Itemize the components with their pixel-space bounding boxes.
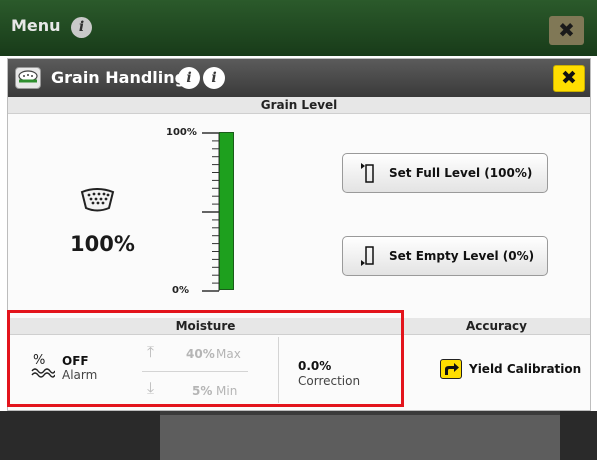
moisture-min-label: Min (216, 384, 238, 398)
set-full-label: Set Full Level (100%) (389, 166, 533, 180)
scale-top-label: 100% (166, 127, 197, 138)
grain-handling-icon (15, 67, 41, 89)
menu-bar: Menu i ✖ (0, 0, 597, 56)
grain-level-header: Grain Level (8, 97, 590, 114)
bottom-bar (0, 411, 597, 460)
scale-bottom-label: 0% (172, 285, 189, 296)
set-empty-label: Set Empty Level (0%) (389, 249, 535, 263)
dialog-close-button[interactable]: ✖ (553, 65, 585, 92)
moisture-correction-label: Correction (298, 374, 361, 388)
moisture-min-value[interactable]: 5% (192, 384, 212, 398)
moisture-alarm-label: Alarm (62, 368, 98, 382)
moisture-header: Moisture (8, 318, 403, 335)
moisture-alarm-state[interactable]: OFF (62, 354, 89, 368)
dialog-header: Grain Handling i i ✖ (8, 59, 590, 97)
info-icon[interactable]: i (71, 17, 92, 38)
yield-calibration-icon[interactable] (440, 359, 462, 379)
grain-tank-icon (80, 188, 115, 212)
menu-title: Menu (11, 16, 61, 35)
moisture-icon: % (31, 353, 55, 378)
accuracy-header: Accuracy (403, 318, 590, 335)
dialog-title: Grain Handling (51, 68, 187, 87)
yield-calibration-button[interactable]: Yield Calibration (469, 362, 581, 376)
svg-text:%: % (33, 353, 45, 368)
set-empty-icon (361, 246, 374, 266)
menu-close-button[interactable]: ✖ (549, 16, 584, 45)
grain-level-percent: 100% (70, 232, 135, 256)
moisture-correction-value[interactable]: 0.0% (298, 359, 331, 373)
bottom-bar-right (560, 411, 597, 460)
set-empty-level-button[interactable]: Set Empty Level (0%) (342, 236, 548, 276)
set-full-level-button[interactable]: Set Full Level (100%) (342, 153, 548, 193)
moisture-max-label: Max (216, 347, 241, 361)
bottom-bar-center (160, 415, 560, 460)
bottom-bar-left (0, 411, 160, 460)
divider (142, 371, 248, 372)
arrow-down-icon: ⤓ (147, 378, 155, 397)
set-full-icon (361, 163, 374, 183)
arrow-up-icon: ⤒ (147, 342, 155, 361)
grain-level-bar (219, 132, 234, 290)
divider (278, 337, 279, 403)
divider (402, 318, 403, 406)
info-icon[interactable]: i (203, 67, 225, 89)
moisture-max-value[interactable]: 40% (186, 347, 215, 361)
info-icon[interactable]: i (178, 67, 200, 89)
